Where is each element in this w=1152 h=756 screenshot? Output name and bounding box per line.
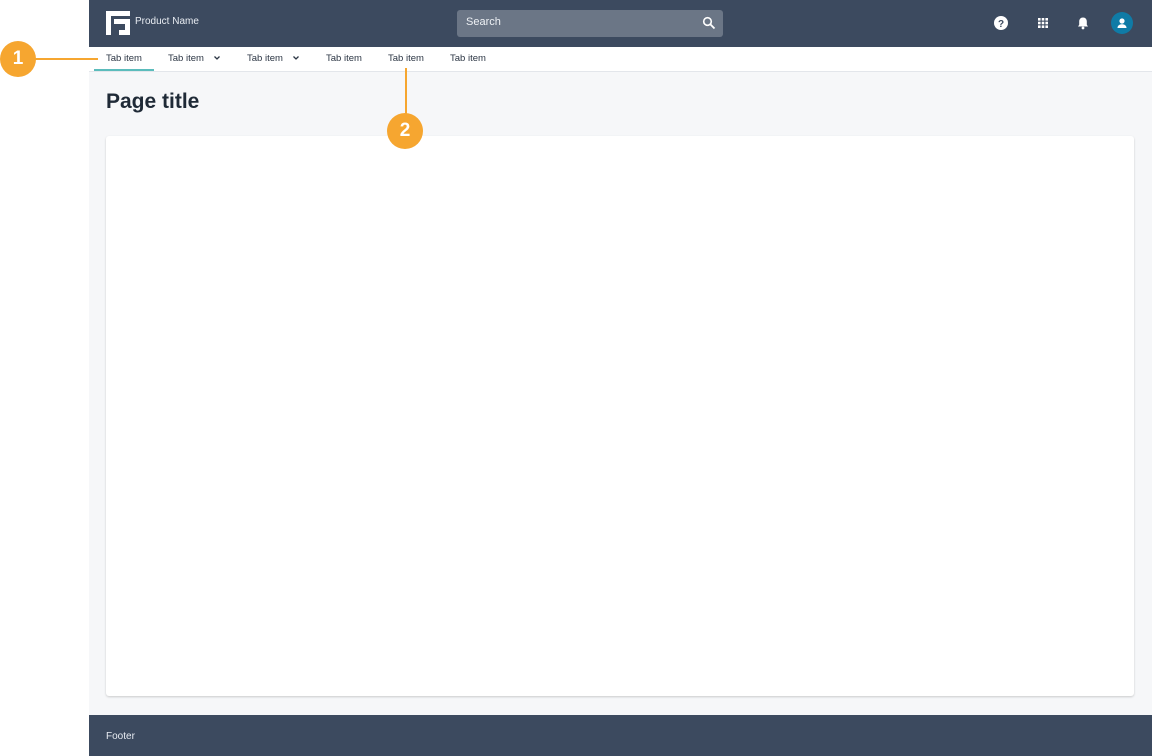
content-card	[106, 136, 1134, 696]
svg-text:?: ?	[998, 19, 1004, 30]
chevron-down-icon	[292, 56, 299, 61]
tab-label: Tab item	[326, 53, 362, 64]
tab-bar: Tab item Tab item Tab item Tab item Tab …	[89, 47, 1152, 72]
search-placeholder: Search	[466, 16, 501, 28]
callout-2-line	[405, 68, 407, 114]
chevron-down-icon	[213, 56, 220, 61]
tab-label: Tab item	[106, 53, 142, 64]
page-title: Page title	[106, 90, 200, 113]
bell-icon[interactable]	[1075, 15, 1091, 31]
help-icon[interactable]: ?	[993, 15, 1009, 31]
app-shell: Product Name Search ? Tab item Tab item …	[89, 0, 1152, 756]
logo-icon[interactable]	[106, 11, 130, 35]
callout-badge-2: 2	[387, 113, 423, 149]
tab-6[interactable]: Tab item	[450, 47, 486, 71]
tab-4[interactable]: Tab item	[326, 47, 362, 71]
tab-label: Tab item	[168, 53, 204, 64]
product-name[interactable]: Product Name	[135, 16, 199, 27]
footer: Footer	[89, 715, 1152, 756]
apps-grid-icon[interactable]	[1035, 15, 1051, 31]
tab-label: Tab item	[388, 53, 424, 64]
tab-label: Tab item	[247, 53, 283, 64]
search-icon[interactable]	[702, 16, 716, 30]
search-input[interactable]: Search	[457, 10, 723, 37]
tab-label: Tab item	[450, 53, 486, 64]
user-avatar-icon	[1117, 18, 1127, 28]
footer-text: Footer	[106, 731, 135, 742]
top-header: Product Name Search ?	[89, 0, 1152, 47]
tab-2[interactable]: Tab item	[168, 47, 221, 71]
callout-1-line	[30, 58, 98, 60]
callout-badge-1: 1	[0, 41, 36, 77]
user-avatar[interactable]	[1111, 12, 1133, 34]
tab-3[interactable]: Tab item	[247, 47, 300, 71]
tab-1[interactable]: Tab item	[94, 47, 154, 71]
